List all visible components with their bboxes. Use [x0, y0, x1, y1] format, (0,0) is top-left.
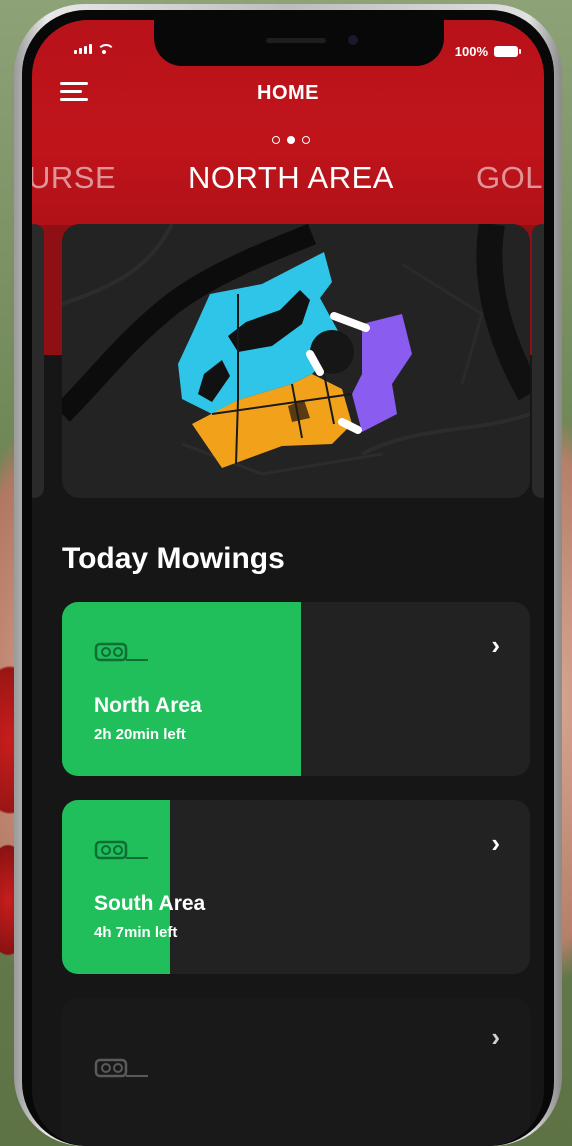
page-indicator	[272, 136, 310, 144]
chevron-right-icon[interactable]: ›	[491, 1022, 500, 1053]
mowing-progress-bar	[62, 602, 301, 776]
signal-icon	[74, 44, 92, 54]
area-tab-previous[interactable]: URSE	[32, 160, 116, 196]
chevron-right-icon[interactable]: ›	[491, 630, 500, 661]
map-graphic	[62, 224, 530, 498]
page-dot[interactable]	[302, 136, 310, 144]
mowing-progress-bar	[62, 800, 170, 974]
mower-icon	[94, 1058, 148, 1078]
mowing-time-left: 2h 20min left	[94, 726, 186, 743]
page-dot-active[interactable]	[287, 136, 295, 144]
mowing-area-name: North Area	[94, 694, 202, 717]
mowing-time-left: 4h 7min left	[94, 924, 178, 941]
mower-icon	[94, 642, 148, 662]
battery-percent: 100%	[454, 44, 488, 59]
front-camera	[348, 35, 358, 45]
mowing-card-third[interactable]: ›	[62, 998, 530, 1146]
page-title: HOME	[257, 82, 319, 104]
wifi-icon	[97, 44, 115, 54]
battery-icon	[494, 46, 521, 57]
area-tab-next[interactable]: GOLI	[476, 160, 544, 196]
section-title: Today Mowings	[62, 542, 285, 575]
page-dot[interactable]	[272, 136, 280, 144]
mowing-area-name: South Area	[94, 892, 206, 915]
phone-notch	[154, 20, 444, 66]
next-map-card[interactable]	[532, 224, 544, 498]
mowing-card-north[interactable]: North Area 2h 20min left ›	[62, 602, 530, 776]
status-right: 100%	[454, 44, 521, 59]
status-left	[74, 44, 115, 54]
previous-map-card[interactable]	[32, 224, 44, 498]
speaker	[266, 38, 326, 43]
chevron-right-icon[interactable]: ›	[491, 828, 500, 859]
mower-icon	[94, 840, 148, 860]
area-tab-current[interactable]: NORTH AREA	[188, 160, 394, 196]
area-map[interactable]	[62, 224, 530, 498]
mowing-card-south[interactable]: South Area 4h 7min left ›	[62, 800, 530, 974]
phone-screen: 100% HOME URSE NORTH AREA GOLI	[32, 20, 544, 1146]
